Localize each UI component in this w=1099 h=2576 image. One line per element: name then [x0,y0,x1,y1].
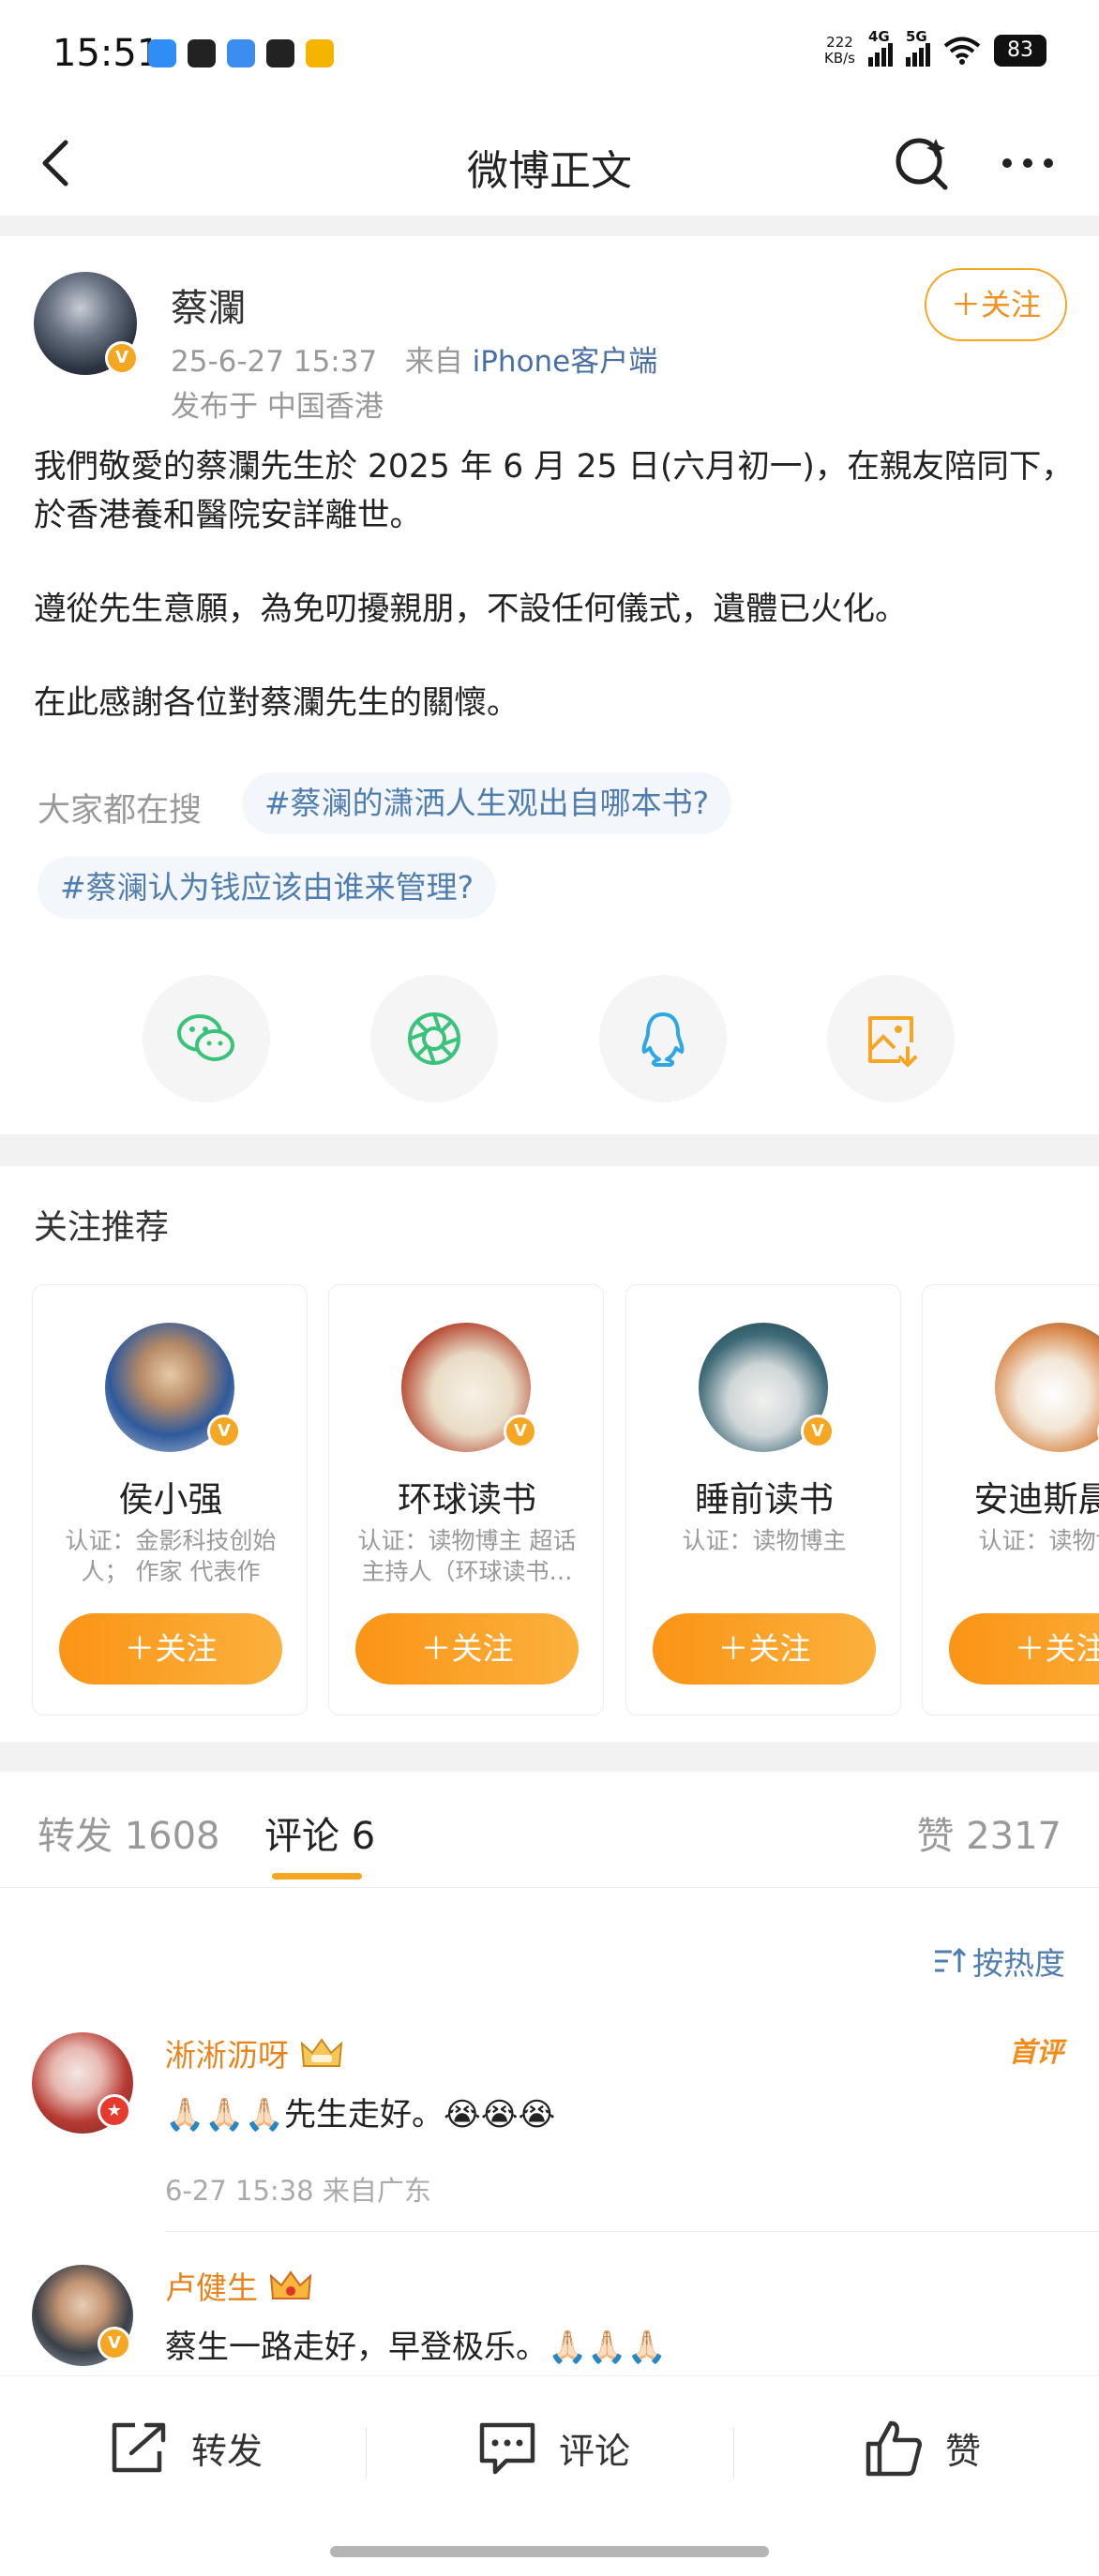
section-divider [0,1134,1099,1166]
first-comment-badge: 首评 [1008,2036,1063,2068]
separator [366,2427,367,2479]
mi-app-icon [266,39,294,67]
commenter-name[interactable]: 淅淅沥呀 [165,2030,345,2075]
sort-by-hot-button[interactable]: 按热度 [933,1939,1065,1984]
plus-icon: ＋ [124,1630,156,1667]
mi-app-icon [188,39,216,67]
recommend-desc: 认证：读物博主 [682,1527,847,1554]
member-badge-icon: ★ [98,2094,131,2128]
topic-chip[interactable]: #蔡澜的潇洒人生观出自哪本书? [242,772,732,834]
navigation-bar: 微博正文 [0,111,1099,216]
recommend-title: 关注推荐 [34,1208,170,1247]
thumbs-up-icon [866,2420,923,2477]
recommend-name: 侯小强 [118,1479,223,1520]
signal-4g-icon: 4G [868,28,893,67]
battery-indicator: 83 [994,34,1046,67]
signal-5g-icon: 5G [906,28,930,67]
plus-icon: ＋ [717,1630,749,1667]
comment-divider [165,2231,1099,2232]
verified-badge-icon: V [801,1415,835,1448]
follow-button[interactable]: ＋关注 [949,1613,1099,1685]
comment-icon [479,2422,535,2475]
active-tab-indicator [272,1873,362,1880]
qq-icon [641,1012,685,1067]
notification-icons [148,39,334,67]
post-meta: 25-6-27 15:37 来自 iPhone客户端 [171,337,657,380]
tab-comment[interactable]: 评论 6 [264,1805,375,1860]
post-time: 25-6-27 15:37 [171,345,378,379]
moments-icon [408,1012,460,1065]
post-paragraph: 我們敬愛的蔡瀾先生於 2025 年 6 月 25 日(六月初一)，在親友陪同下，… [34,448,1074,534]
recommend-name: 环球读书 [398,1479,536,1520]
tab-like[interactable]: 赞 2317 [916,1805,1061,1860]
post-source[interactable]: iPhone客户端 [473,345,658,379]
post-content: 我們敬愛的蔡瀾先生於 2025 年 6 月 25 日(六月初一)，在親友陪同下，… [34,442,1075,727]
follow-button[interactable]: ＋关注 [653,1613,876,1685]
comment-text: 🙏🏻🙏🏻🙏🏻先生走好。😭😭😭 [165,2096,556,2134]
network-speed: 222 KB/s [824,33,855,67]
separator [733,2427,734,2479]
plus-icon: ＋ [1014,1630,1046,1667]
save-image-button[interactable] [827,975,955,1102]
recommend-desc: 认证：金影科技创始人； 作家 代表作《… [65,1527,277,1585]
trending-search-label: 大家都在搜 [38,792,203,830]
comment-meta: 6-27 15:38 来自广东 [165,2175,431,2207]
sort-icon [935,1947,967,1972]
home-indicator [330,2546,769,2557]
share-wechat-button[interactable] [143,975,270,1102]
follow-button[interactable]: ＋关注 [355,1613,579,1685]
recommend-card[interactable]: V 侯小强 认证：金影科技创始人； 作家 代表作《… ＋关注 [32,1284,308,1715]
author-name[interactable]: 蔡瀾 [171,277,246,332]
crown-badge-icon [269,2270,312,2299]
section-divider [0,1742,1099,1772]
status-time: 15:51 [53,32,161,75]
verified-badge-icon: V [105,341,139,375]
cloud-app-icon [227,39,255,67]
share-moments-button[interactable] [370,975,498,1102]
verified-badge-icon: V [504,1415,537,1448]
comment-button[interactable]: 评论 [476,2410,630,2485]
recommend-card[interactable]: V 环球读书 认证：读物博主 超话主持人（环球读书… ＋关注 [328,1284,604,1715]
post-paragraph: 在此感謝各位對蔡瀾先生的關懷。 [34,684,519,722]
post-paragraph: 遵從先生意願，為免叨擾親朋，不設任何儀式，遺體已火化。 [34,591,908,628]
wechat-icon [177,1014,234,1061]
recommend-card[interactable]: V 安迪斯晨风 认证：读物博主 ＋关注 [922,1284,1099,1715]
recommend-card[interactable]: V 睡前读书 认证：读物博主 ＋关注 [625,1284,901,1715]
follow-button[interactable]: ＋关注 [59,1613,282,1685]
recommend-desc: 认证：读物博主 超话主持人（环球读书… [357,1527,577,1585]
post-location: 发布于 中国香港 [171,390,384,424]
recommend-avatar[interactable] [995,1323,1099,1452]
plus-icon: ＋ [950,287,981,322]
follow-author-button[interactable]: ＋关注 [925,268,1067,341]
source-prefix: 来自 [404,345,463,379]
verified-badge-icon: V [98,2327,131,2360]
verified-badge-icon: V [207,1415,241,1448]
plus-icon: ＋ [420,1630,452,1667]
recommend-name: 安迪斯晨风 [973,1479,1099,1520]
mail-icon [306,39,334,67]
interaction-tabs: 转发 1608 评论 6 赞 2317 [0,1772,1099,1888]
tab-repost[interactable]: 转发 1608 [38,1805,220,1860]
status-bar: 15:51 222 KB/s 4G 5G 83 [0,0,1099,111]
commenter-name[interactable]: 卢健生 [165,2263,314,2308]
repost-button[interactable]: 转发 [109,2410,263,2485]
save-image-icon [868,1016,917,1067]
wifi-icon [943,37,981,65]
recommend-name: 睡前读书 [695,1479,834,1520]
like-button[interactable]: 赞 [863,2410,981,2485]
crown-badge-icon [300,2038,343,2067]
comment-text: 蔡生一路走好，早登极乐。🙏🏻🙏🏻🙏🏻 [165,2329,668,2366]
section-divider [0,216,1099,236]
app-notification-icon [148,39,176,67]
status-indicators: 222 KB/s 4G 5G 83 [824,28,1046,67]
more-icon[interactable] [994,137,1061,189]
recommend-desc: 认证：读物博主 [978,1527,1099,1554]
repost-icon [112,2422,166,2473]
topic-chip[interactable]: #蔡澜认为钱应该由谁来管理? [38,857,497,919]
search-icon[interactable] [889,129,956,197]
share-qq-button[interactable] [599,975,727,1102]
